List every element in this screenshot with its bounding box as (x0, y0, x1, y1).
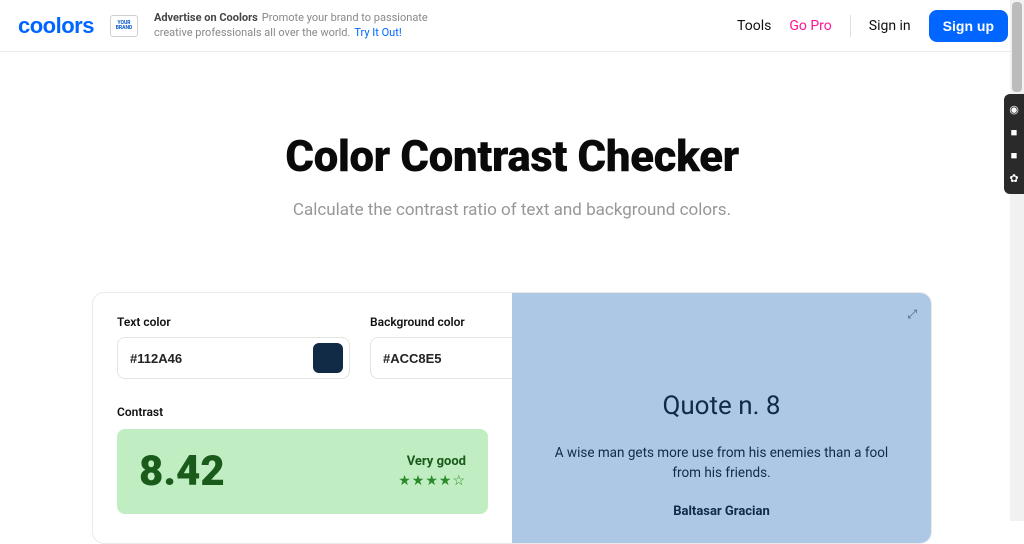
score-box: 8.42 Very good ★★★★☆ (117, 429, 488, 514)
text-color-input-wrap[interactable] (117, 337, 350, 379)
card-left: Text color Background color Contrast 8.4… (93, 293, 512, 543)
side-tool-3-icon[interactable]: ✿ (1004, 167, 1024, 190)
side-tool-0-icon[interactable]: ◉ (1004, 98, 1024, 121)
side-tools: ◉ ■ ■ ✿ (1004, 94, 1024, 194)
nav: Tools Go Pro Sign in Sign up (737, 10, 1008, 42)
divider-icon (850, 15, 851, 37)
contrast-label: Contrast (117, 405, 488, 419)
page-title: Color Contrast Checker (0, 130, 1024, 182)
ad-try-link[interactable]: Try It Out! (354, 26, 401, 39)
ad-strong: Advertise on Coolors (154, 11, 258, 24)
rating-text: Very good (398, 454, 466, 469)
side-tool-1-icon[interactable]: ■ (1004, 121, 1024, 144)
preview-panel: ⤢ Quote n. 8 A wise man gets more use fr… (512, 293, 931, 543)
nav-sign-in[interactable]: Sign in (869, 18, 911, 34)
text-color-swatch[interactable] (313, 343, 343, 373)
rating: Very good ★★★★☆ (398, 454, 466, 489)
quote-title: Quote n. 8 (662, 391, 780, 421)
hero: Color Contrast Checker Calculate the con… (0, 130, 1024, 220)
rating-stars-icon: ★★★★☆ (398, 473, 466, 489)
sign-up-button[interactable]: Sign up (929, 10, 1008, 42)
quote-body: A wise man gets more use from his enemie… (542, 443, 902, 484)
nav-tools[interactable]: Tools (737, 18, 771, 34)
text-color-input[interactable] (130, 351, 305, 366)
scrollbar-track[interactable] (1010, 0, 1024, 521)
ad-line-2: creative professionals all over the worl… (154, 26, 428, 41)
nav-go-pro[interactable]: Go Pro (789, 18, 831, 34)
header: coolors YOUR BRAND Advertise on Coolors P… (0, 0, 1024, 52)
text-color-group: Text color (117, 315, 350, 379)
expand-icon[interactable]: ⤢ (907, 307, 917, 322)
ad-block: Advertise on Coolors Promote your brand t… (154, 11, 428, 41)
quote-author: Baltasar Gracian (673, 504, 770, 519)
page-subtitle: Calculate the contrast ratio of text and… (0, 200, 1024, 220)
contrast-card: Text color Background color Contrast 8.4… (92, 292, 932, 544)
brand-box-icon[interactable]: YOUR BRAND (110, 15, 138, 37)
side-tool-2-icon[interactable]: ■ (1004, 144, 1024, 167)
text-color-label: Text color (117, 315, 350, 329)
logo[interactable]: coolors (18, 13, 94, 39)
scrollbar-thumb[interactable] (1012, 2, 1022, 92)
ad-line-1: Advertise on Coolors Promote your brand t… (154, 11, 428, 26)
contrast-score: 8.42 (139, 447, 225, 496)
ad-rest: Promote your brand to passionate (262, 11, 428, 24)
